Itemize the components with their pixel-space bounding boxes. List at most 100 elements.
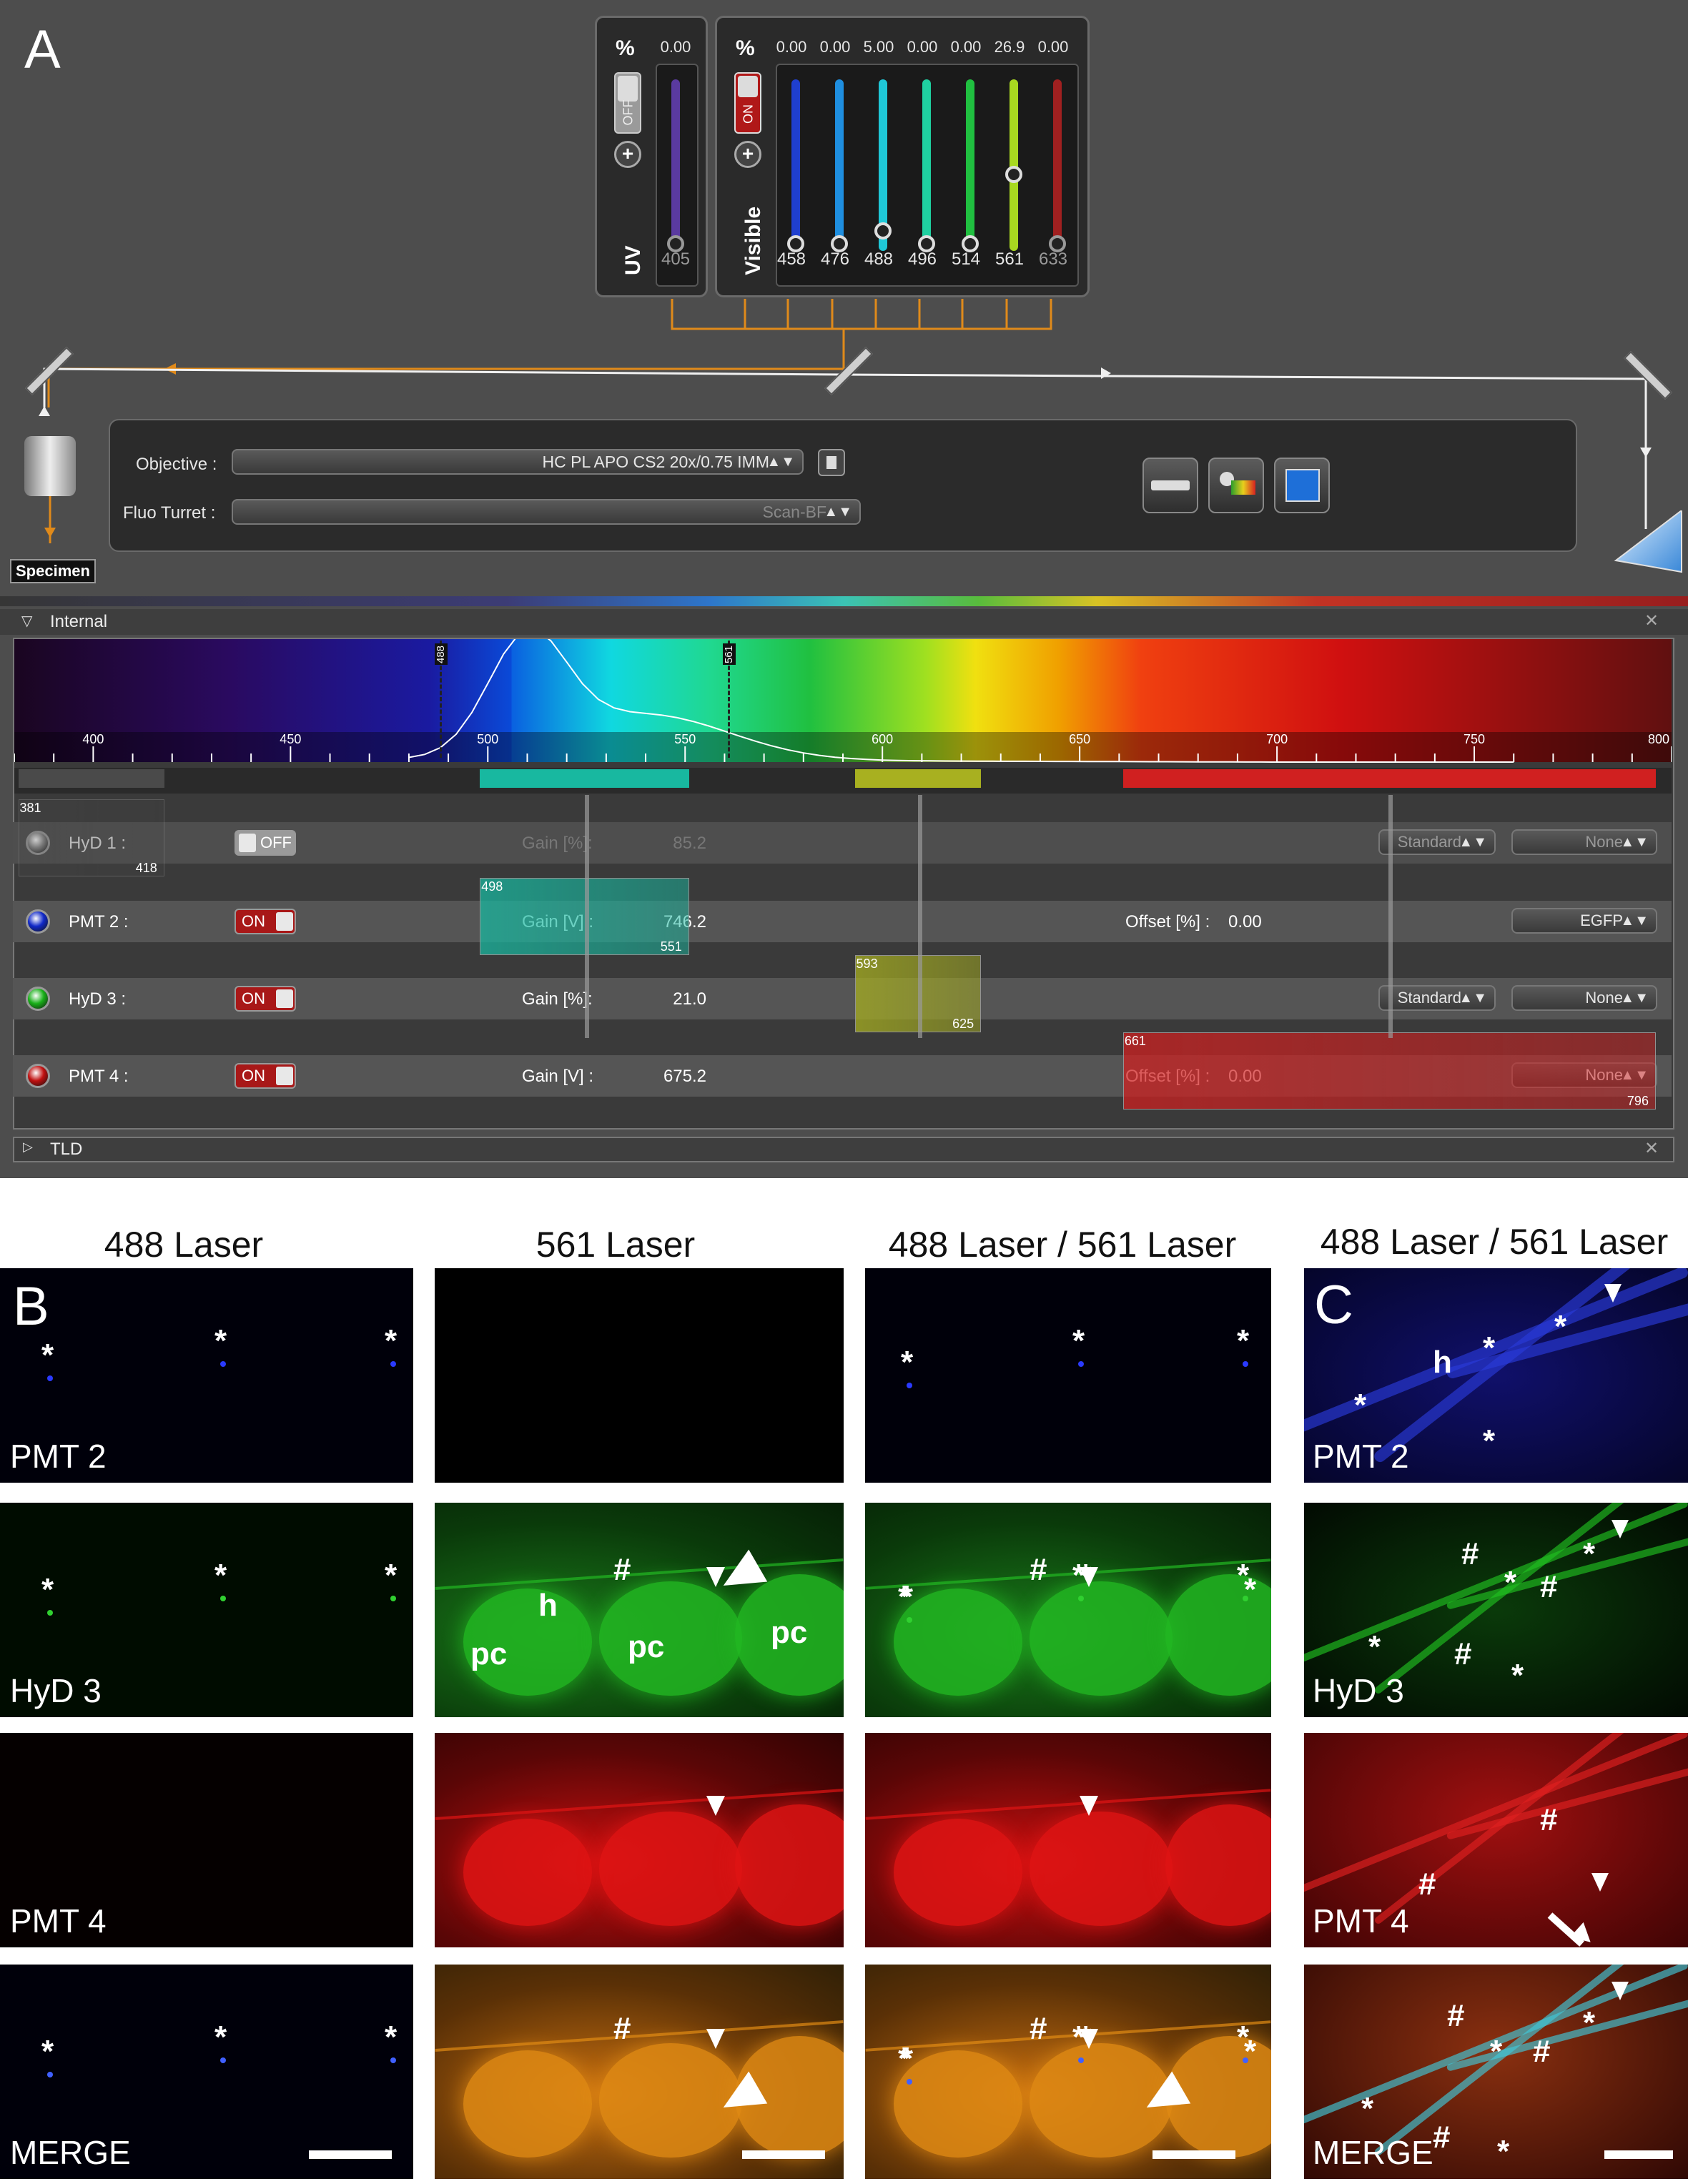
hash-marker: # [1030, 2011, 1047, 2046]
asterisk-marker: * [1354, 1388, 1367, 1423]
cell-dot [220, 2057, 226, 2063]
detector-3-toggle-knob [276, 989, 293, 1008]
micrograph-r2-c3: * * * # * * * [865, 1503, 1271, 1717]
asterisk-marker: * [214, 2020, 227, 2055]
asterisk-marker: * [1511, 1658, 1524, 1693]
detector-1-band-to: 418 [135, 861, 157, 875]
axis-tick-500: 500 [477, 732, 499, 746]
scale-bar [309, 2150, 392, 2159]
parenchyma-cell [599, 1581, 742, 1696]
uv-405-slider-knob[interactable] [667, 235, 684, 252]
detector-4-name: PMT 4 : [69, 1067, 129, 1086]
cell-dot [220, 1596, 226, 1601]
micrograph-r3-c2 [435, 1733, 844, 1947]
visible-514-wavelength: 514 [951, 249, 981, 269]
detector-4-band-to: 796 [1627, 1094, 1649, 1108]
visible-633-track [1053, 79, 1062, 251]
detector-3-dye-select[interactable]: None ▲▼ [1511, 985, 1657, 1011]
small-arrowhead [1591, 1873, 1609, 1892]
objective-value: HC PL APO CS2 20x/0.75 IMM [542, 453, 769, 471]
cell-dot [1243, 1361, 1248, 1367]
stage-icon[interactable] [1142, 458, 1198, 513]
asterisk-marker: * [1368, 1629, 1381, 1664]
detector-2-toggle[interactable]: ON [235, 909, 296, 934]
band-divider-3[interactable] [1388, 795, 1393, 1038]
detector-1-dye-value: None [1585, 833, 1623, 851]
fluo-turret-select[interactable]: Scan-BF ▲▼ [232, 499, 861, 525]
asterisk-marker: * [1244, 2034, 1257, 2069]
asterisk-marker: * [385, 2020, 398, 2055]
asterisk-marker: * [898, 2041, 911, 2076]
asterisk-marker: * [1080, 1558, 1092, 1593]
hash-marker: # [613, 2011, 631, 2046]
objective-select[interactable]: HC PL APO CS2 20x/0.75 IMM ▲▼ [232, 449, 804, 475]
detector-1-state: OFF [260, 834, 292, 851]
uv-plus-icon[interactable]: + [614, 141, 641, 168]
asterisk-marker: * [901, 1345, 914, 1380]
pin-icon[interactable]: ✕ [1644, 611, 1659, 631]
parenchyma-cell [735, 1804, 844, 1926]
asterisk-marker: * [1483, 1330, 1496, 1365]
column-header-561: 561 Laser [535, 1225, 696, 1265]
tld-pin-icon[interactable]: ✕ [1644, 1138, 1659, 1159]
visible-476-track [835, 79, 844, 251]
software-panel-a: A % OFF + UV 0.00 405 % ON + Visible 0.0… [0, 0, 1688, 1178]
row-label-4: MERGE [1313, 2134, 1433, 2171]
detector-3-name: HyD 3 : [69, 989, 127, 1009]
detector-2-dye-value: EGFP [1580, 911, 1623, 929]
axis-tick-650: 650 [1069, 732, 1091, 746]
visible-458-wavelength: 458 [776, 249, 806, 269]
visible-488-slider-knob[interactable] [874, 222, 892, 239]
parenchyma-cell [1165, 1804, 1271, 1926]
detector-2-state: ON [242, 912, 265, 930]
asterisk-marker: * [41, 1338, 54, 1373]
scale-bar [1153, 2150, 1235, 2159]
detector-4-toggle[interactable]: ON [235, 1063, 296, 1089]
uv-power-toggle[interactable]: OFF [614, 72, 641, 134]
expand-triangle-icon[interactable]: ▷ [23, 1140, 33, 1155]
panel-letter-c: C [1314, 1275, 1353, 1335]
hash-marker: # [1418, 1867, 1436, 1902]
micrograph-r1-c4: PMT 2 * * * * h C [1304, 1268, 1688, 1483]
small-arrowhead [1604, 1284, 1622, 1303]
hash-marker: # [1461, 1536, 1479, 1571]
specimen-label: Specimen [10, 559, 96, 583]
visible-state-label: ON [741, 104, 756, 124]
cell-dot [220, 1361, 226, 1367]
detector-2-offset-label: Offset [%] : [1125, 912, 1210, 932]
detector-3-led-icon [26, 987, 50, 1011]
detector-3-toggle[interactable]: ON [235, 986, 296, 1012]
detector-3-state: ON [242, 989, 265, 1007]
micrograph-r2-c4: HyD 3 * * * * # # # [1304, 1503, 1688, 1717]
detector-3-dye-value: None [1585, 989, 1623, 1007]
visible-458-track [791, 79, 800, 251]
detector-1-dye-select[interactable]: None ▲▼ [1511, 829, 1657, 855]
detector-settings-icon[interactable] [1208, 458, 1264, 513]
cell-dot [1078, 1596, 1084, 1601]
row-label-1: PMT 2 [1313, 1438, 1409, 1475]
objective-info-icon[interactable] [818, 449, 845, 476]
band-divider-1[interactable] [585, 795, 589, 1038]
detector-4-band[interactable] [1122, 1032, 1656, 1110]
detector-3-mode-select[interactable]: Standard ▲▼ [1378, 985, 1496, 1011]
detector-1-toggle[interactable]: OFF [235, 830, 296, 856]
visible-633-value: 0.00 [1037, 38, 1069, 56]
asterisk-marker: * [41, 2034, 54, 2069]
asterisk-marker: * [1490, 2034, 1503, 2069]
band-divider-2[interactable] [918, 795, 922, 1038]
sequence-icon[interactable] [1274, 458, 1330, 513]
small-arrowhead [1612, 1982, 1629, 2000]
objective-label: Objective : [136, 455, 217, 474]
detector-2-dye-select[interactable]: EGFP ▲▼ [1511, 908, 1657, 934]
laser-marker-561: 561 [722, 643, 736, 665]
visible-power-toggle[interactable]: ON [734, 72, 761, 134]
visible-plus-icon[interactable]: + [734, 141, 761, 168]
axis-tick-550: 550 [674, 732, 696, 746]
detector-4-band-from: 661 [1124, 1034, 1146, 1048]
visible-title: Visible [741, 206, 765, 275]
collapse-triangle-icon[interactable]: ▽ [21, 612, 32, 630]
visible-561-slider-knob[interactable] [1005, 166, 1022, 184]
visible-476-value: 0.00 [819, 38, 851, 56]
detector-1-dye-arrow-icon: ▲▼ [1620, 834, 1649, 850]
detector-1-mode-select[interactable]: Standard ▲▼ [1378, 829, 1496, 855]
